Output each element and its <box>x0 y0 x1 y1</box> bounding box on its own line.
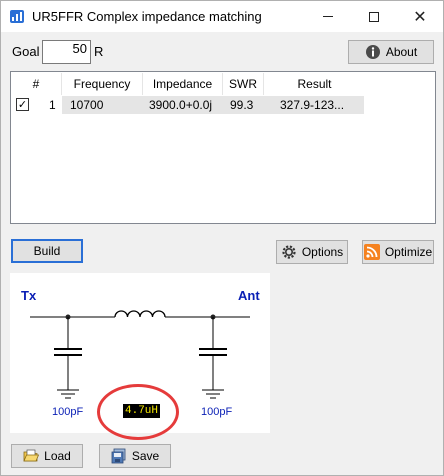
right-capacitor-value: 100pF <box>201 406 233 418</box>
save-label: Save <box>131 449 160 463</box>
row-number: 1 <box>49 98 56 112</box>
highlight-ring <box>97 384 179 440</box>
about-button[interactable]: About <box>348 40 434 64</box>
inductor-symbol <box>114 310 166 318</box>
maximize-button[interactable] <box>351 1 397 32</box>
column-header-result[interactable]: Result <box>264 73 365 95</box>
row-result: 327.9-123... <box>280 98 345 112</box>
build-label: Build <box>33 244 61 258</box>
about-label: About <box>385 45 418 59</box>
row-swr: 99.3 <box>230 98 254 112</box>
app-icon <box>10 10 24 23</box>
options-button[interactable]: Options <box>276 240 348 264</box>
window-title: UR5FFR Complex impedance matching <box>32 9 262 24</box>
close-button[interactable]: ✕ <box>397 1 443 32</box>
load-label: Load <box>44 449 71 463</box>
save-disk-icon <box>111 448 126 464</box>
column-header-number[interactable]: # <box>11 73 62 95</box>
column-header-frequency[interactable]: Frequency <box>62 73 143 95</box>
minimize-icon <box>323 16 333 17</box>
gear-icon <box>282 245 296 259</box>
optimize-button[interactable]: Optimize <box>362 240 434 264</box>
info-icon <box>365 45 380 59</box>
options-label: Options <box>301 245 344 259</box>
left-capacitor-value: 100pF <box>52 406 84 418</box>
column-header-swr[interactable]: SWR <box>223 73 264 95</box>
rss-feed-icon <box>363 244 380 260</box>
build-button[interactable]: Build <box>11 239 83 263</box>
row-frequency: 10700 <box>70 98 104 112</box>
goal-label: Goal <box>12 44 40 59</box>
load-button[interactable]: Load <box>11 444 83 468</box>
title-bar: UR5FFR Complex impedance matching ✕ <box>1 1 443 32</box>
minimize-button[interactable] <box>305 1 351 32</box>
row-impedance: 3900.0+0.0j <box>149 98 213 112</box>
goal-input[interactable]: 50 <box>42 40 91 64</box>
frequency-table[interactable]: # Frequency Impedance SWR Result ✓ 1 107… <box>10 71 436 224</box>
save-button[interactable]: Save <box>99 444 171 468</box>
row-checkbox[interactable]: ✓ <box>16 98 29 111</box>
app-window: UR5FFR Complex impedance matching ✕ Goal… <box>0 0 444 476</box>
folder-open-icon <box>23 449 40 462</box>
column-header-impedance[interactable]: Impedance <box>143 73 223 95</box>
optimize-label: Optimize <box>384 245 433 259</box>
maximize-icon <box>369 11 379 22</box>
goal-unit: R <box>94 44 104 59</box>
close-icon: ✕ <box>413 6 427 26</box>
